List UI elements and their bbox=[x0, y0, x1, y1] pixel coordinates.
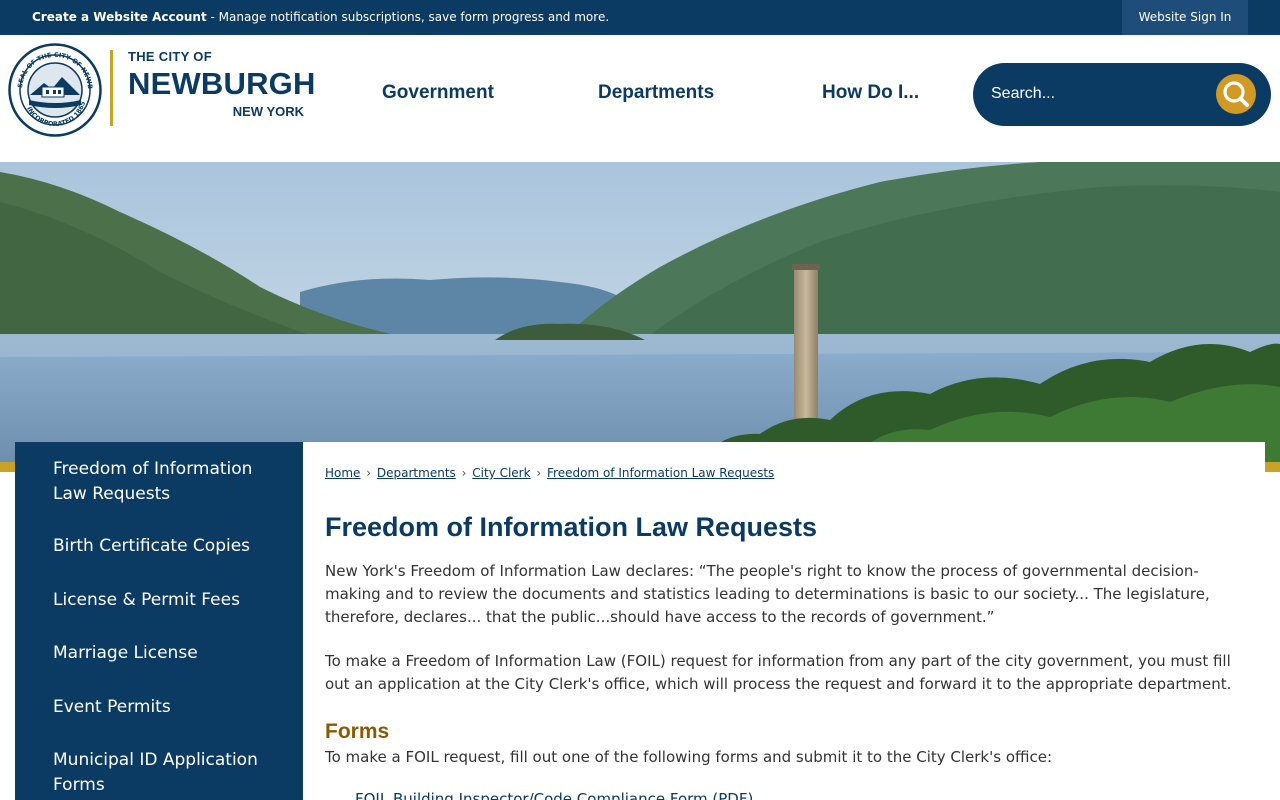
foil-instructions-paragraph: To make a Freedom of Information Law (FO… bbox=[325, 652, 1232, 693]
breadcrumb-city-clerk[interactable]: City Clerk bbox=[472, 466, 530, 480]
account-message-text: - Manage notification subscriptions, sav… bbox=[206, 10, 610, 24]
nav-departments[interactable]: Departments bbox=[598, 82, 714, 104]
top-utility-bar: Create a Website Account - Manage notifi… bbox=[0, 0, 1280, 35]
logo-state: NEW YORK bbox=[232, 104, 304, 119]
sidebar-item-birth-certificate[interactable]: Birth Certificate Copies bbox=[53, 534, 283, 559]
logo-divider bbox=[110, 50, 113, 126]
search-input[interactable] bbox=[991, 78, 1191, 110]
intro-paragraph: New York's Freedom of Information Law de… bbox=[325, 562, 1210, 626]
city-logo-text[interactable]: THE CITY OF NEWBURGH NEW YORK bbox=[122, 49, 316, 119]
breadcrumb-separator: › bbox=[461, 466, 467, 480]
logo-the-city-of: THE CITY OF bbox=[128, 49, 212, 64]
forms-intro: To make a FOIL request, fill out one of … bbox=[325, 748, 1053, 766]
nav-government[interactable]: Government bbox=[382, 82, 494, 104]
search-box bbox=[973, 63, 1271, 126]
breadcrumb-departments[interactable]: Departments bbox=[377, 466, 456, 480]
breadcrumb: Home › Departments › City Clerk › Freedo… bbox=[325, 466, 774, 480]
account-message: Create a Website Account - Manage notifi… bbox=[32, 0, 609, 35]
foil-building-form-link[interactable]: FOIL Building Inspector/Code Compliance … bbox=[355, 790, 753, 800]
sidebar-item-marriage-license[interactable]: Marriage License bbox=[53, 641, 283, 666]
sidebar-item-event-permits[interactable]: Event Permits bbox=[53, 695, 283, 720]
search-icon bbox=[1223, 81, 1249, 107]
city-seal-icon[interactable]: SEAL OF THE CITY OF NEWBURGH, N.Y. INCOR… bbox=[8, 43, 102, 137]
website-sign-in-button[interactable]: Website Sign In bbox=[1122, 0, 1248, 35]
breadcrumb-current[interactable]: Freedom of Information Law Requests bbox=[547, 466, 774, 480]
breadcrumb-separator: › bbox=[366, 466, 372, 480]
sidebar-nav: Freedom of Information Law Requests Birt… bbox=[15, 442, 303, 800]
sidebar-item-license-fees[interactable]: License & Permit Fees bbox=[53, 588, 283, 613]
create-account-link[interactable]: Create a Website Account bbox=[32, 10, 207, 24]
forms-heading: Forms bbox=[325, 720, 390, 743]
nav-how-do-i[interactable]: How Do I... bbox=[822, 82, 919, 104]
hero-banner-image bbox=[0, 162, 1280, 462]
page-title: Freedom of Information Law Requests bbox=[325, 512, 818, 542]
sidebar-item-municipal-id[interactable]: Municipal ID Application Forms bbox=[53, 748, 283, 798]
sidebar-item-foil[interactable]: Freedom of Information Law Requests bbox=[53, 457, 283, 507]
breadcrumb-home[interactable]: Home bbox=[325, 466, 360, 480]
search-button[interactable] bbox=[1216, 74, 1256, 114]
site-header: SEAL OF THE CITY OF NEWBURGH, N.Y. INCOR… bbox=[0, 35, 1280, 162]
breadcrumb-separator: › bbox=[536, 466, 542, 480]
logo-city-name: NEWBURGH bbox=[128, 66, 316, 101]
main-content: Home › Departments › City Clerk › Freedo… bbox=[303, 442, 1265, 800]
